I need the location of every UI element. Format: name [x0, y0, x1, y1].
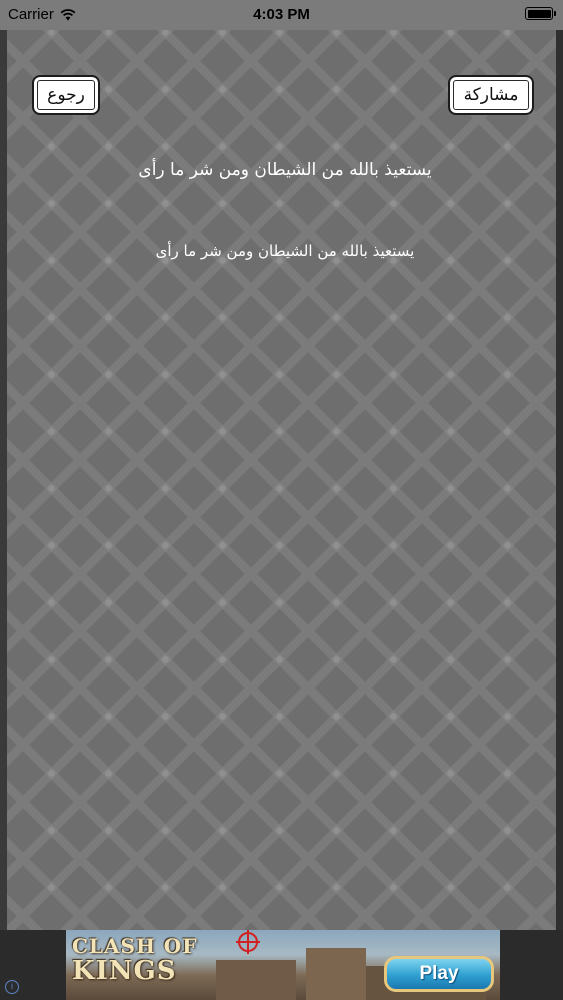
clock: 4:03 PM [253, 6, 310, 23]
battery-icon [525, 7, 556, 20]
ad-banner[interactable]: CLASH OF KINGS Play [66, 930, 500, 1000]
ad-play-button[interactable]: Play [384, 956, 494, 992]
screen: Carrier 4:03 PM رجوع مشاركة يستعيذ بالله… [0, 0, 563, 1000]
ad-bar: i CLASH OF KINGS Play [0, 930, 563, 1000]
battery-fill [527, 9, 551, 18]
status-bar: Carrier 4:03 PM [0, 0, 563, 30]
crosshair-icon [236, 930, 260, 954]
ad-logo-line2: KINGS [72, 956, 177, 986]
info-icon[interactable]: i [5, 980, 19, 994]
zikr-text-secondary: يستعيذ بالله من الشيطان ومن شر ما رأى [155, 242, 415, 260]
ad-logo: CLASH OF KINGS [72, 936, 202, 984]
patterned-background [7, 0, 556, 930]
left-edge [0, 0, 7, 930]
ad-castle-graphic [216, 960, 296, 1000]
zikr-text-primary: يستعيذ بالله من الشيطان ومن شر ما رأى [138, 160, 432, 180]
right-edge [556, 0, 563, 930]
ad-castle-graphic [306, 948, 366, 1000]
ad-logo-line1: CLASH OF [72, 934, 198, 958]
back-button[interactable]: رجوع [32, 75, 100, 115]
share-button[interactable]: مشاركة [448, 75, 534, 115]
